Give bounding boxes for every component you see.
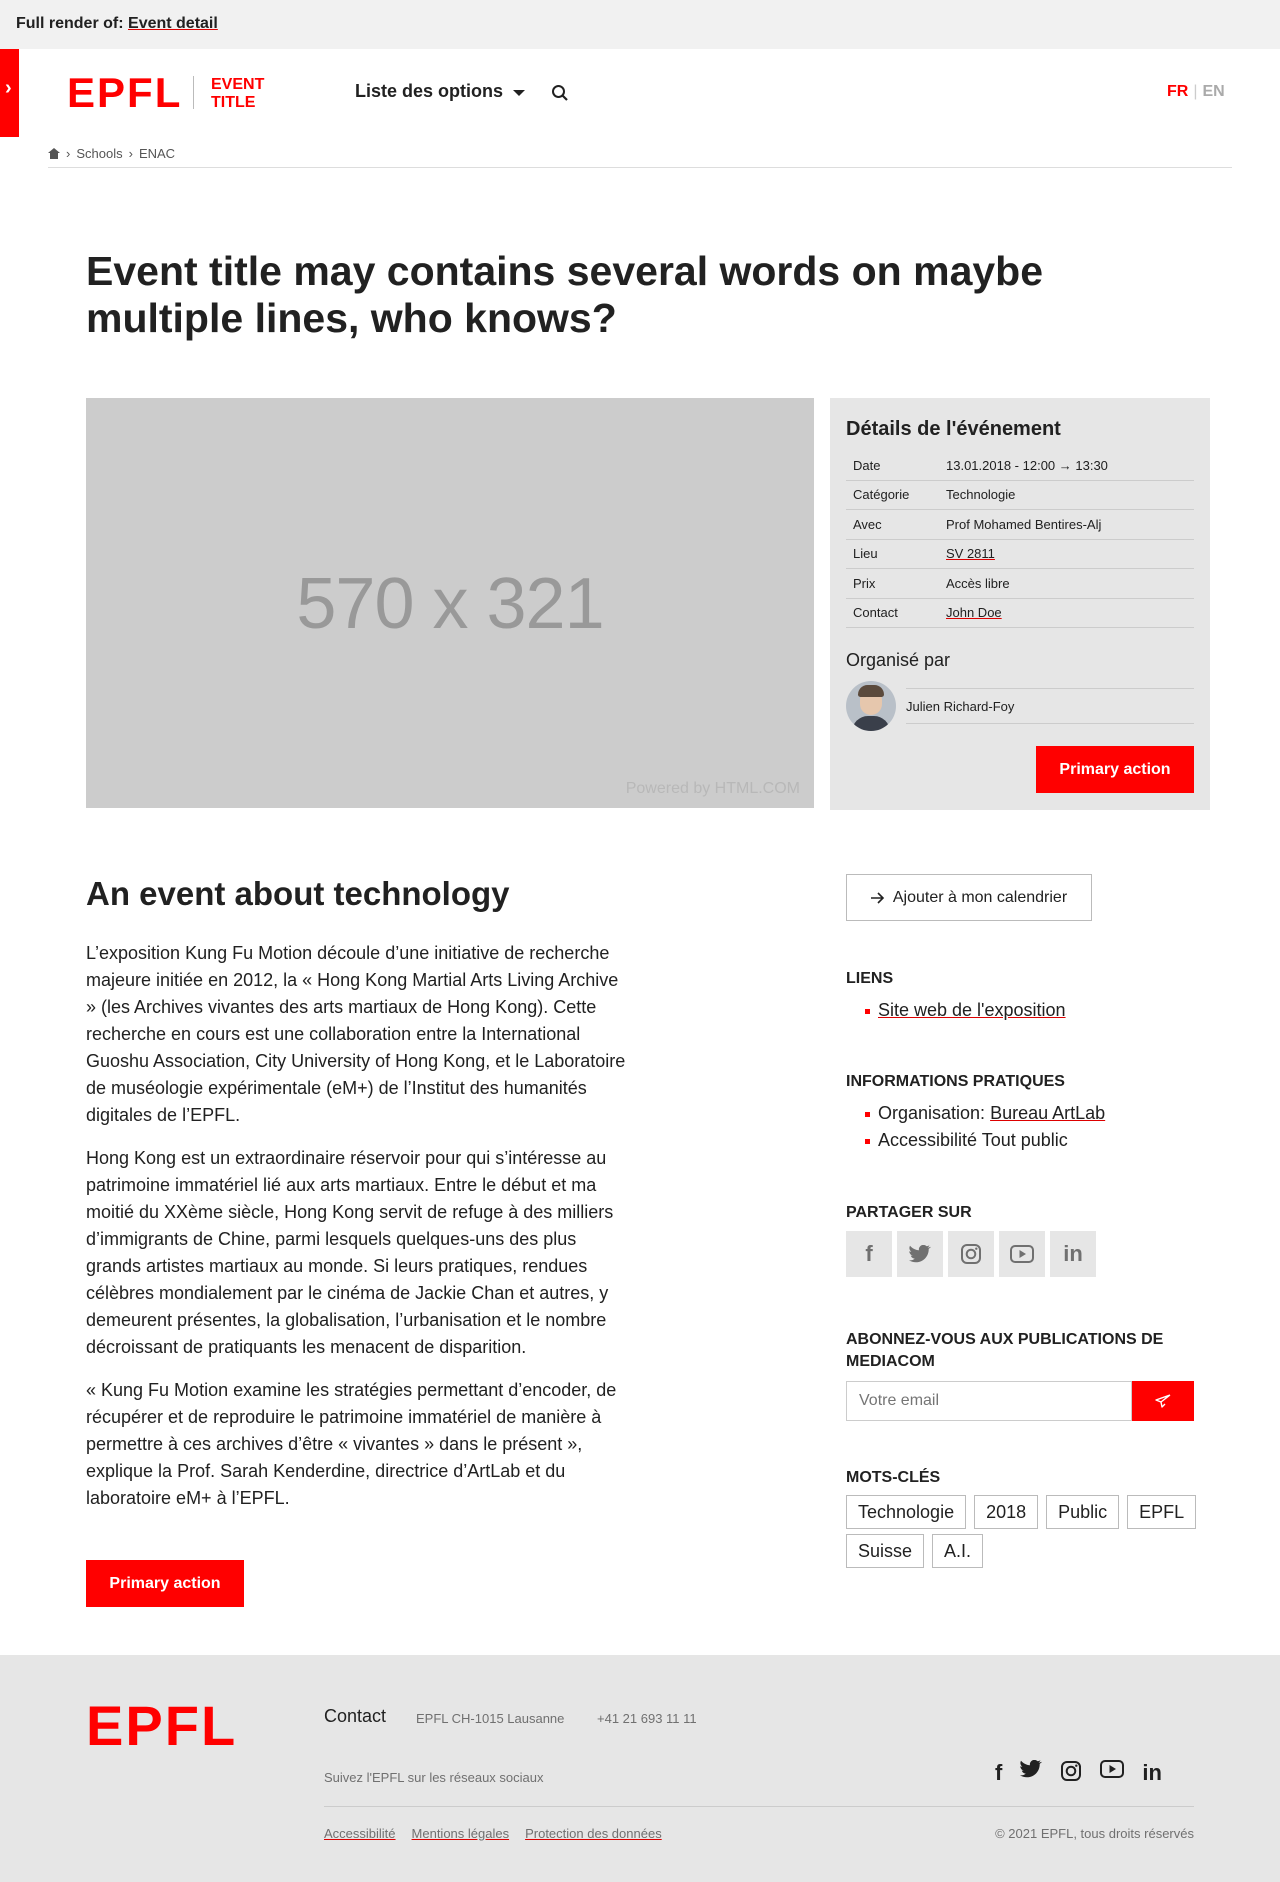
footer-legal-links: Accessibilité Mentions légales Protectio… [324, 1826, 662, 1841]
site-title[interactable]: EVENT TITLE [211, 76, 264, 112]
contact-link[interactable]: John Doe [946, 605, 1002, 620]
footer-epfl-logo[interactable]: E P F L [86, 1698, 235, 1754]
twitter-icon[interactable] [897, 1231, 943, 1277]
detail-row-date: Date 13.01.2018 - 12:00 → 13:30 [846, 451, 1194, 481]
render-topbar: Full render of: Event detail [0, 0, 1280, 49]
tag[interactable]: Suisse [846, 1534, 925, 1568]
footer-phone[interactable]: +41 21 693 11 11 [597, 1711, 697, 1726]
place-link[interactable]: SV 2811 [946, 546, 995, 561]
youtube-icon[interactable] [1100, 1760, 1125, 1778]
article-heading: An event about technology [86, 875, 510, 912]
keyword-tags: Technologie 2018 Public EPFL Suisse A.I. [846, 1495, 1206, 1568]
detail-row-with: Avec Prof Mohamed Bentires-Alj [846, 510, 1194, 540]
footer-social-links: f in [995, 1760, 1162, 1786]
linkedin-icon[interactable]: in [1142, 1760, 1162, 1786]
image-credit: Powered by HTML.COM [625, 780, 800, 797]
send-icon [1155, 1394, 1171, 1408]
article-body: L’exposition Kung Fu Motion découle d’un… [86, 940, 626, 1528]
logo-divider [193, 76, 194, 109]
footer-divider [324, 1806, 1194, 1807]
organizer: Julien Richard-Foy [846, 681, 1194, 731]
epfl-logo[interactable]: E P F L [67, 72, 180, 114]
footer-follow-text: Suivez l'EPFL sur les réseaux sociaux [324, 1770, 544, 1785]
privacy-link[interactable]: Protection des données [525, 1826, 662, 1841]
article-primary-action-button[interactable]: Primary action [86, 1560, 244, 1607]
search-icon[interactable] [551, 84, 569, 102]
instagram-icon[interactable] [948, 1231, 994, 1277]
breadcrumb-item-schools[interactable]: Schools [76, 146, 122, 161]
list-item: Site web de l'exposition [846, 997, 1066, 1024]
links-list: Site web de l'exposition [846, 997, 1066, 1024]
list-item: Accessibilité Tout public [846, 1127, 1105, 1154]
tag[interactable]: EPFL [1127, 1495, 1197, 1529]
details-primary-action-button[interactable]: Primary action [1036, 746, 1194, 793]
lang-en[interactable]: EN [1202, 83, 1224, 100]
event-details-card: Détails de l'événement Date 13.01.2018 - … [830, 398, 1210, 810]
legal-notice-link[interactable]: Mentions légales [412, 1826, 510, 1841]
accessibility-link[interactable]: Accessibilité [324, 1826, 396, 1841]
organizer-name[interactable]: Julien Richard-Foy [906, 688, 1194, 724]
avatar [846, 681, 896, 731]
info-heading: INFORMATIONS PRATIQUES [846, 1073, 1065, 1090]
organisation-link[interactable]: Bureau ArtLab [990, 1103, 1105, 1123]
facebook-icon[interactable]: f [846, 1231, 892, 1277]
detail-row-price: Prix Accès libre [846, 569, 1194, 599]
footer-contact-heading: Contact [324, 1706, 387, 1726]
home-icon[interactable] [48, 148, 60, 159]
tag[interactable]: Technologie [846, 1495, 967, 1529]
organizer-heading: Organisé par [846, 650, 951, 670]
youtube-icon[interactable] [999, 1231, 1045, 1277]
render-link[interactable]: Event detail [128, 15, 218, 32]
subscribe-form [846, 1381, 1194, 1421]
list-item: Organisation: Bureau ArtLab [846, 1100, 1105, 1127]
keywords-heading: MOTS-CLÉS [846, 1469, 941, 1486]
article-paragraph: Hong Kong est un extraordinaire réservoi… [86, 1148, 614, 1357]
tag[interactable]: 2018 [974, 1495, 1039, 1529]
instagram-icon[interactable] [1060, 1760, 1082, 1782]
hero-image: 570 x 321 Powered by HTML.COM [86, 398, 814, 808]
footer-address: EPFL CH-1015 Lausanne [416, 1711, 565, 1726]
arrow-right-icon [870, 891, 884, 904]
subscribe-heading: ABONNEZ-VOUS AUX PUBLICATIONS DE MEDIACO… [846, 1331, 1164, 1370]
linkedin-icon[interactable]: in [1050, 1231, 1096, 1277]
options-menu-label: Liste des options [355, 81, 504, 101]
facebook-icon[interactable]: f [995, 1760, 1002, 1786]
options-menu-button[interactable]: Liste des options [355, 81, 526, 102]
detail-row-category: Catégorie Technologie [846, 481, 1194, 510]
breadcrumb-item-enac[interactable]: ENAC [139, 146, 175, 161]
breadcrumb-divider [48, 167, 1232, 168]
exhibition-website-link[interactable]: Site web de l'exposition [878, 1000, 1066, 1020]
details-heading: Détails de l'événement [846, 418, 1061, 440]
subscribe-button[interactable] [1132, 1381, 1194, 1421]
info-list: Organisation: Bureau ArtLab Accessibilit… [846, 1100, 1105, 1154]
page-title: Event title may contains several words o… [86, 248, 1044, 341]
detail-row-place: Lieu SV 2811 [846, 540, 1194, 569]
share-heading: PARTAGER SUR [846, 1204, 972, 1221]
detail-row-contact: Contact John Doe [846, 599, 1194, 628]
drawer-toggle-button[interactable]: › [0, 49, 19, 137]
render-label: Full render of: [16, 15, 124, 32]
tag[interactable]: A.I. [932, 1534, 984, 1568]
footer-copyright: © 2021 EPFL, tous droits réservés [995, 1826, 1194, 1841]
add-to-calendar-button[interactable]: Ajouter à mon calendrier [846, 874, 1092, 921]
tag[interactable]: Public [1046, 1495, 1120, 1529]
article-paragraph: « Kung Fu Motion examine les stratégies … [86, 1380, 617, 1508]
caret-down-icon [513, 89, 526, 96]
lang-fr[interactable]: FR [1167, 83, 1188, 100]
breadcrumb: › Schools › ENAC [48, 146, 175, 161]
article-paragraph: L’exposition Kung Fu Motion découle d’un… [86, 943, 626, 1125]
email-field[interactable] [846, 1381, 1132, 1421]
language-switcher: FR | EN [1167, 83, 1225, 100]
twitter-icon[interactable] [1020, 1760, 1043, 1778]
links-heading: LIENS [846, 970, 894, 987]
share-buttons: f in [846, 1231, 1096, 1277]
image-placeholder-size: 570 x 321 [296, 564, 604, 644]
